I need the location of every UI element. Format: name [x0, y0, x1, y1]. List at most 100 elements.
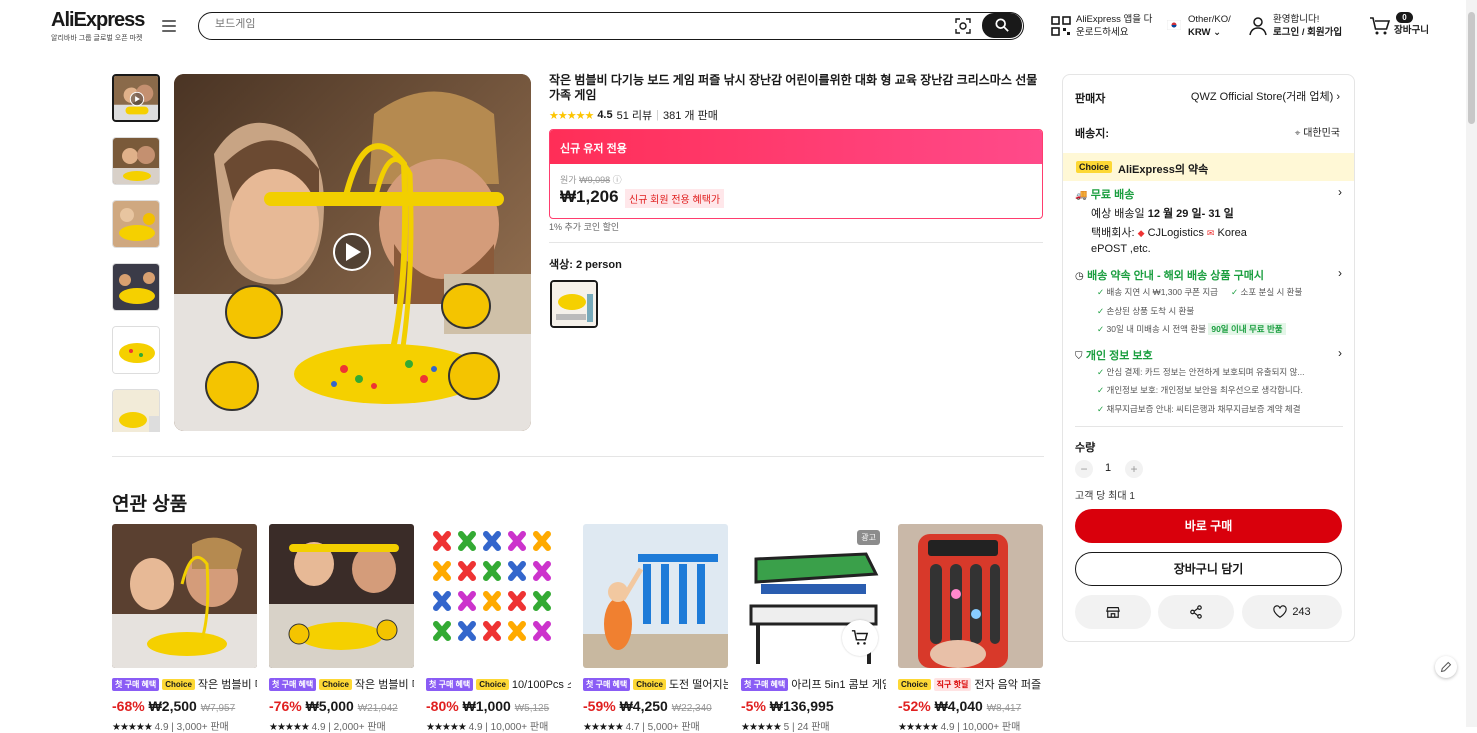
- qr-code-icon[interactable]: [1051, 16, 1071, 36]
- color-swatch-2-person[interactable]: [550, 280, 598, 328]
- store-button[interactable]: [1075, 595, 1151, 629]
- aliexpress-logo[interactable]: AliExpress 알리바바 그룹 글로벌 오픈 마켓: [51, 9, 145, 43]
- ship-destination[interactable]: ⌖ 대한민국: [1295, 124, 1340, 139]
- top-header: AliExpress 알리바바 그룹 글로벌 오픈 마켓 AliExpress …: [0, 0, 1466, 52]
- price: ₩4,250: [619, 698, 668, 714]
- login-link[interactable]: 환영합니다! 로그인 / 회원가입: [1273, 13, 1342, 39]
- purchase-panel: 판매자 QWZ Official Store(거래 업체) › 배송지: ⌖ 대…: [1062, 74, 1355, 642]
- related-product-card[interactable]: 첫 구매 혜택Choice작은 범블비 다기능 -76% ₩5,000 ₩21,…: [269, 524, 414, 733]
- search-input[interactable]: [215, 18, 935, 30]
- region-line1: Other/KO/: [1188, 14, 1231, 25]
- first-purchase-badge: 첫 구매 혜택: [741, 677, 789, 691]
- epost-logo-icon: ✉: [1206, 228, 1215, 238]
- thumbnail-list: [112, 74, 162, 432]
- camera-search-icon[interactable]: [955, 18, 971, 34]
- color-value: 2 person: [575, 259, 622, 271]
- chevron-right-icon[interactable]: ›: [1338, 346, 1342, 360]
- logo-text: AliExpress: [51, 9, 145, 31]
- choice-badge: Choice: [633, 678, 666, 690]
- heart-icon: [1273, 605, 1288, 618]
- quantity-max-note: 고객 당 최대 1: [1075, 491, 1135, 502]
- seller-row[interactable]: 판매자: [1075, 90, 1105, 106]
- buy-now-button[interactable]: 바로 구매: [1075, 509, 1342, 543]
- thumbnail-4[interactable]: [112, 263, 160, 311]
- cart-icon[interactable]: [1369, 16, 1391, 36]
- privacy-title: 개인 정보 보호: [1085, 350, 1153, 362]
- thumbnail-3[interactable]: [112, 200, 160, 248]
- search-button[interactable]: [982, 13, 1022, 38]
- ad-badge: 광고: [857, 530, 880, 545]
- check-icon: ✓: [1231, 287, 1239, 297]
- wishlist-button[interactable]: 243: [1242, 595, 1342, 629]
- edit-feedback-button[interactable]: [1435, 656, 1457, 678]
- thumbnail-5[interactable]: [112, 326, 160, 374]
- share-icon: [1190, 605, 1202, 619]
- region-selector[interactable]: Other/KO/ KRW ⌄: [1188, 13, 1231, 39]
- choice-badge: Choice: [319, 678, 352, 690]
- privacy-row[interactable]: ⛉ 개인 정보 보호: [1075, 347, 1153, 363]
- related-product-card[interactable]: Choice직구 핫딜전자 음악 퍼즐 게임 -52% ₩4,040 ₩8,41…: [898, 524, 1043, 733]
- seller-name: QWZ Official Store(거래 업체): [1190, 91, 1334, 103]
- carrier-cj: CJLogistics: [1147, 227, 1204, 239]
- new-member-price-tag: 신규 회원 전용 혜택가: [625, 189, 725, 208]
- product-name: 작은 범블비 다기능: [197, 679, 257, 691]
- add-to-cart-icon[interactable]: [842, 620, 878, 656]
- chevron-right-icon[interactable]: ›: [1338, 266, 1342, 280]
- related-product-card[interactable]: 광고 첫 구매 혜택 아리프 5in1 콤보 게임 -5% ₩136,995 ★★…: [741, 524, 886, 733]
- rating: 4.9: [311, 722, 326, 733]
- review-count[interactable]: 51 리뷰: [617, 107, 653, 123]
- menu-icon[interactable]: [162, 20, 176, 32]
- chevron-down-icon: ⌄: [1213, 27, 1222, 38]
- promise-item: ✓ 배송 지연 시 ₩1,300 쿠폰 지급: [1097, 286, 1218, 298]
- delivery-promise-row[interactable]: ◷ 배송 약속 안내 - 해외 배송 상품 구매시: [1075, 267, 1264, 283]
- cart-label[interactable]: 장바구니: [1394, 24, 1429, 37]
- info-icon[interactable]: ⓘ: [613, 175, 622, 185]
- cart-count-badge: 0: [1396, 12, 1413, 23]
- free-shipping-row[interactable]: 🚚 무료 배송: [1075, 186, 1134, 202]
- star-rating-icon: ★★★★★: [549, 109, 594, 122]
- share-button[interactable]: [1158, 595, 1234, 629]
- price: ₩136,995: [769, 698, 834, 714]
- app-download-link[interactable]: AliExpress 앱을 다 운로드하세요: [1076, 13, 1152, 39]
- main-product-image[interactable]: [174, 74, 531, 431]
- login-signup-text: 로그인 / 회원가입: [1273, 27, 1343, 38]
- sold: 10,000+ 판매: [962, 722, 1021, 733]
- thumbnail-video[interactable]: [112, 74, 160, 122]
- promise-item: ✓ 30일 내 미배송 시 전액 환불 90일 이내 무료 반품: [1097, 323, 1286, 335]
- discount: -80%: [426, 698, 459, 714]
- location-pin-icon: ⌖: [1294, 128, 1301, 139]
- related-product-card[interactable]: 첫 구매 혜택Choice10/100Pcs 스트레치 -80% ₩1,000 …: [426, 524, 571, 733]
- orig-price: ₩8,417: [986, 703, 1022, 714]
- sold: 24 판매: [797, 722, 830, 733]
- thumbnail-6[interactable]: [112, 389, 160, 432]
- wishlist-count: 243: [1292, 606, 1311, 618]
- check-icon: ✓: [1097, 306, 1105, 316]
- rating-row[interactable]: ★★★★★ 4.5 51 리뷰 | 381 개 판매: [549, 107, 718, 123]
- check-icon: ✓: [1097, 367, 1105, 377]
- thumbnail-2[interactable]: [112, 137, 160, 185]
- quantity-value[interactable]: 1: [1105, 462, 1111, 474]
- chevron-right-icon[interactable]: ›: [1338, 185, 1342, 199]
- promise-text: 소포 분실 시 환불: [1240, 287, 1303, 297]
- first-purchase-badge: 첫 구매 혜택: [583, 677, 631, 691]
- seller-link[interactable]: QWZ Official Store(거래 업체) ›: [1191, 88, 1340, 104]
- quantity-decrease-button[interactable]: −: [1075, 460, 1093, 478]
- orig-price: ₩5,125: [514, 703, 550, 714]
- quantity-increase-button[interactable]: +: [1125, 460, 1143, 478]
- sold: 2,000+ 판매: [333, 722, 386, 733]
- product-name: 아리프 5in1 콤보 게임: [791, 679, 886, 691]
- privacy-text: 안심 결제: 카드 정보는 안전하게 보호되며 유출되지 않...: [1106, 367, 1305, 377]
- user-icon[interactable]: [1248, 16, 1268, 36]
- free-shipping-label: 무료 배송: [1090, 189, 1135, 201]
- choice-promise-bar: Choice AliExpress의 약속: [1063, 153, 1354, 181]
- related-product-card[interactable]: 첫 구매 혜택Choice도전 떨어지는 막대 -59% ₩4,250 ₩22,…: [583, 524, 728, 733]
- discount: -5%: [741, 698, 766, 714]
- privacy-text: 채무지급보증 안내: 씨티은행과 채무지급보증 계약 체결: [1106, 404, 1301, 414]
- add-to-cart-button[interactable]: 장바구니 담기: [1075, 552, 1342, 586]
- related-product-card[interactable]: 첫 구매 혜택Choice작은 범블비 다기능 -68% ₩2,500 ₩7,9…: [112, 524, 257, 733]
- promise-item: ✓ 소포 분실 시 환불: [1231, 286, 1302, 298]
- eta-prefix: 예상 배송일: [1091, 208, 1145, 220]
- color-label: 색상: 2 person: [549, 256, 622, 272]
- page-scrollbar[interactable]: [1466, 0, 1477, 727]
- ship-label: 배송지:: [1075, 128, 1110, 140]
